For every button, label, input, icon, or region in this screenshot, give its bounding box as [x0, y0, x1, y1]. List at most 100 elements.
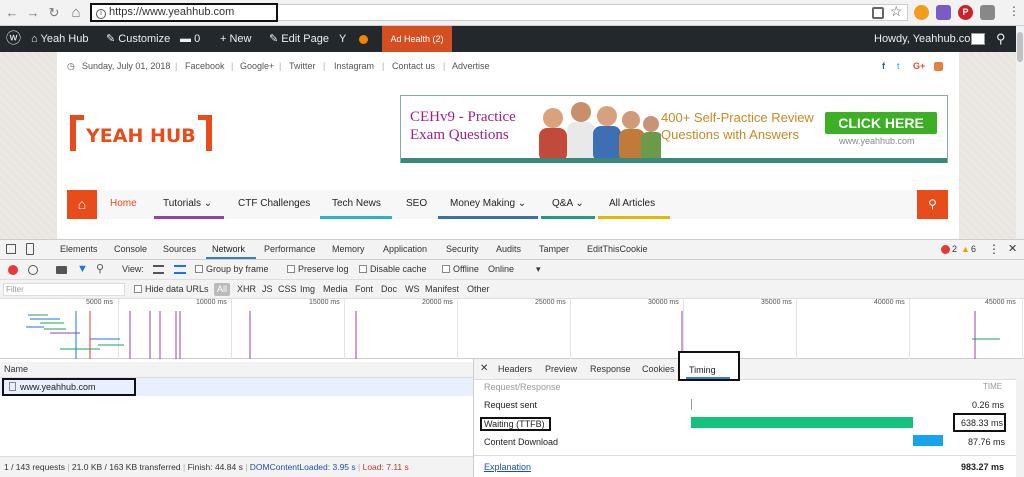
close-icon[interactable]: ✕: [1008, 240, 1017, 259]
twitter-icon[interactable]: t: [897, 56, 900, 76]
topbar-link-twitter[interactable]: Twitter: [289, 56, 316, 76]
back-button[interactable]: ←: [4, 5, 20, 21]
filter-type-all[interactable]: All: [214, 283, 231, 296]
device-toolbar-icon[interactable]: [26, 243, 34, 255]
facebook-icon[interactable]: f: [882, 56, 885, 76]
throttling-select[interactable]: Online ▾: [488, 260, 541, 279]
filter-type-other[interactable]: Other: [467, 280, 490, 298]
customize-link[interactable]: ✎ Customize: [106, 26, 170, 52]
menu-item-ctf[interactable]: CTF Challenges: [238, 190, 310, 219]
detail-tab-timing[interactable]: Timing: [678, 351, 740, 381]
more-icon[interactable]: ⋮: [988, 240, 1000, 259]
tab-security[interactable]: Security: [446, 240, 479, 259]
search-icon[interactable]: ⚲: [96, 260, 104, 279]
pinterest-icon[interactable]: P: [958, 5, 973, 20]
record-icon[interactable]: [8, 265, 18, 275]
error-icon[interactable]: [941, 245, 950, 254]
shield-icon[interactable]: [872, 7, 884, 19]
detail-tab-preview[interactable]: Preview: [545, 359, 577, 379]
reload-button[interactable]: ↻: [46, 5, 62, 21]
filter-type-font[interactable]: Font: [355, 280, 373, 298]
ceh-banner-ad[interactable]: CEHv9 - Practice Exam Questions 400+ Sel…: [400, 95, 948, 163]
filter-type-ws[interactable]: WS: [405, 280, 420, 298]
googleplus-icon[interactable]: G+: [913, 56, 925, 76]
request-row-name[interactable]: www.yeahhub.com: [2, 378, 136, 396]
star-icon[interactable]: ☆: [890, 3, 903, 20]
topbar-link-advertise[interactable]: Advertise: [452, 56, 490, 76]
topbar-link-googleplus[interactable]: Google+: [240, 56, 274, 76]
name-column-header[interactable]: Name: [0, 362, 473, 378]
menu-item-tutorials[interactable]: Tutorials ⌄: [163, 190, 212, 219]
address-bar-rest[interactable]: [278, 4, 908, 21]
yoast-icon[interactable]: Y: [339, 26, 346, 52]
menu-item-money[interactable]: Money Making ⌄: [450, 190, 526, 219]
detail-tab-response[interactable]: Response: [590, 359, 631, 379]
filter-type-css[interactable]: CSS: [278, 280, 297, 298]
filter-type-media[interactable]: Media: [323, 280, 348, 298]
tab-console[interactable]: Console: [114, 240, 147, 259]
preserve-log-checkbox[interactable]: Preserve log: [287, 260, 349, 279]
click-here-button[interactable]: CLICK HERE: [825, 112, 937, 134]
topbar-link-instagram[interactable]: Instagram: [334, 56, 374, 76]
hide-data-urls-checkbox[interactable]: Hide data URLs: [134, 280, 209, 298]
tab-audits[interactable]: Audits: [496, 240, 521, 259]
filter-type-js[interactable]: JS: [262, 280, 273, 298]
filter-input[interactable]: Filter: [3, 283, 125, 296]
home-icon[interactable]: ⌂: [67, 190, 97, 219]
wordpress-icon[interactable]: ⓦ: [6, 26, 21, 52]
home-button[interactable]: ⌂: [68, 5, 84, 21]
avatar[interactable]: [971, 33, 985, 45]
capture-screenshots-icon[interactable]: [56, 266, 67, 274]
new-link[interactable]: + New: [220, 26, 252, 52]
menu-item-technews[interactable]: Tech News: [332, 190, 381, 219]
list-view-icon[interactable]: [153, 265, 164, 274]
site-logo[interactable]: YEAH HUB: [66, 111, 216, 157]
menu-icon[interactable]: ⋮: [1008, 4, 1020, 18]
filter-icon[interactable]: ▼: [77, 260, 88, 279]
warning-icon[interactable]: ▲: [961, 240, 970, 259]
menu-item-home[interactable]: Home: [110, 190, 137, 219]
address-bar[interactable]: i https://www.yeahhub.com: [90, 3, 278, 22]
edit-page-link[interactable]: ✎ Edit Page: [269, 26, 329, 52]
ad-health-link[interactable]: Ad Health (2): [382, 26, 452, 52]
comments-link[interactable]: ▬ 0: [180, 26, 200, 52]
filter-type-doc[interactable]: Doc: [381, 280, 397, 298]
clear-icon[interactable]: [28, 265, 38, 275]
explanation-link[interactable]: Explanation: [484, 462, 531, 472]
menu-item-seo[interactable]: SEO: [406, 190, 427, 219]
instagram-icon[interactable]: [934, 62, 943, 71]
tab-tamper[interactable]: Tamper: [539, 240, 569, 259]
tab-editthiscookie[interactable]: EditThisCookie: [587, 240, 648, 259]
extension-tc-icon[interactable]: [980, 5, 995, 20]
tab-elements[interactable]: Elements: [60, 240, 98, 259]
filter-type-manifest[interactable]: Manifest: [425, 280, 459, 298]
waterfall-view-icon[interactable]: [174, 265, 186, 274]
site-search-icon[interactable]: ⚲: [917, 190, 948, 219]
detail-scrollbar[interactable]: [1016, 379, 1024, 477]
tab-application[interactable]: Application: [383, 240, 427, 259]
menu-item-qa[interactable]: Q&A ⌄: [552, 190, 584, 219]
filter-type-img[interactable]: Img: [300, 280, 315, 298]
menu-item-all-articles[interactable]: All Articles: [609, 190, 655, 219]
topbar-link-facebook[interactable]: Facebook: [185, 56, 225, 76]
page-scrollbar-thumb[interactable]: [1017, 32, 1023, 62]
extension-icon[interactable]: [936, 5, 951, 20]
site-name-link[interactable]: ⌂ Yeah Hub: [31, 26, 88, 52]
inspect-icon[interactable]: [6, 244, 16, 254]
filter-type-xhr[interactable]: XHR: [237, 280, 256, 298]
detail-tab-cookies[interactable]: Cookies: [642, 359, 675, 379]
search-icon[interactable]: ⚲: [996, 26, 1006, 52]
group-by-frame-checkbox[interactable]: Group by frame: [195, 260, 269, 279]
tab-performance[interactable]: Performance: [264, 240, 316, 259]
howdy-link[interactable]: Howdy, Yeahhub.com: [874, 26, 980, 52]
tab-memory[interactable]: Memory: [332, 240, 365, 259]
disable-cache-checkbox[interactable]: Disable cache: [359, 260, 427, 279]
close-detail-icon[interactable]: ✕: [480, 359, 488, 379]
tab-sources[interactable]: Sources: [163, 240, 196, 259]
cookie-extension-icon[interactable]: [914, 5, 929, 20]
forward-button[interactable]: →: [25, 5, 41, 21]
offline-checkbox[interactable]: Offline: [442, 260, 479, 279]
home-icon: ⌂: [31, 33, 41, 45]
detail-tab-headers[interactable]: Headers: [498, 359, 532, 379]
topbar-link-contact[interactable]: Contact us: [392, 56, 435, 76]
